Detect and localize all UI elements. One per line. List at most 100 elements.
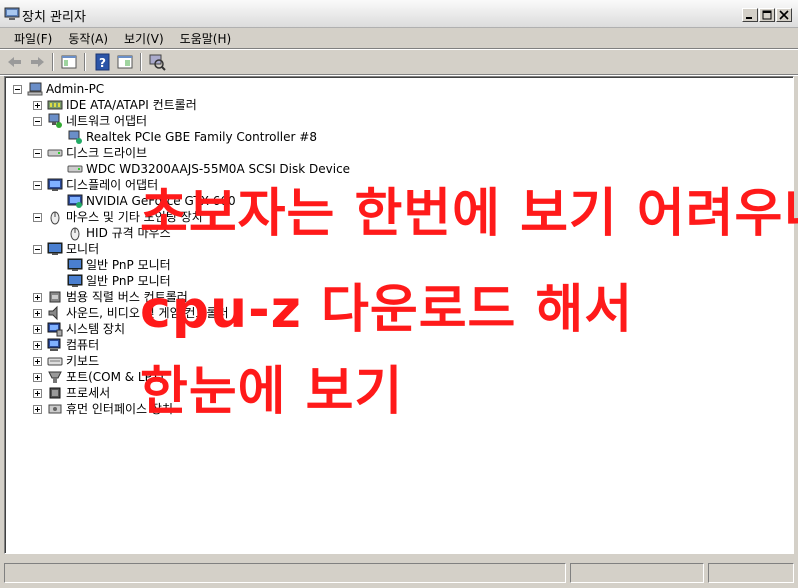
expand-toggle[interactable]	[33, 404, 42, 414]
system-device-icon	[47, 321, 63, 337]
forward-button[interactable]	[28, 53, 46, 71]
toolbar-separator	[140, 53, 142, 71]
toolbar-separator	[52, 53, 54, 71]
maximize-icon	[762, 10, 772, 20]
tree-node-label: 프로세서	[66, 386, 111, 400]
tree-node-label: 네트워크 어댑터	[66, 114, 148, 128]
computer-icon	[47, 337, 63, 353]
tree-node-label: IDE ATA/ATAPI 컨트롤러	[66, 98, 197, 112]
properties-button[interactable]	[116, 53, 134, 71]
help-icon: ?	[95, 53, 110, 71]
tree-device[interactable]: WDC WD3200AAJS-55M0A SCSI Disk Device	[53, 161, 350, 177]
tree-category[interactable]: 키보드	[33, 353, 99, 369]
tree-category[interactable]: 디스크 드라이브	[33, 145, 147, 161]
disk-drive-icon	[47, 145, 63, 161]
status-pane-tertiary	[708, 563, 794, 583]
monitor-icon	[67, 273, 83, 289]
show-hide-tree-button[interactable]	[60, 53, 78, 71]
minimize-icon	[746, 17, 752, 19]
keyboard-icon	[47, 353, 63, 369]
port-icon	[47, 369, 63, 385]
tree-node-label: WDC WD3200AAJS-55M0A SCSI Disk Device	[86, 162, 351, 176]
tree-node-label: 컴퓨터	[66, 338, 100, 352]
status-pane-main	[4, 563, 566, 583]
display-adapter-icon	[47, 177, 63, 193]
collapse-toggle[interactable]	[13, 84, 22, 94]
help-button[interactable]: ?	[94, 53, 112, 71]
tree-node-label: 시스템 장치	[66, 322, 126, 336]
network-adapter-icon	[47, 113, 63, 129]
tree-node-label: 모니터	[66, 242, 100, 256]
menu-view[interactable]: 보기(V)	[116, 28, 172, 48]
mouse-icon	[67, 225, 83, 241]
minimize-button[interactable]	[742, 8, 758, 22]
monitor-icon	[47, 241, 63, 257]
network-card-icon	[67, 129, 83, 145]
usb-icon	[47, 289, 63, 305]
window-controls	[742, 8, 792, 22]
close-button[interactable]	[776, 8, 792, 22]
expand-toggle[interactable]	[33, 356, 42, 366]
speaker-icon	[47, 305, 63, 321]
menu-action[interactable]: 동작(A)	[60, 28, 116, 48]
svg-text:?: ?	[99, 56, 106, 70]
monitor-icon	[67, 257, 83, 273]
properties-icon	[117, 55, 133, 69]
processor-icon	[47, 385, 63, 401]
expand-toggle[interactable]	[33, 372, 42, 382]
expand-toggle[interactable]	[33, 388, 42, 398]
back-arrow-icon	[8, 57, 21, 67]
expand-toggle[interactable]	[33, 324, 42, 334]
overlay-text-line2: cpu-z 다운로드 해서	[140, 280, 634, 340]
menu-bar: 파일(F) 동작(A) 보기(V) 도움말(H)	[0, 28, 798, 48]
back-button[interactable]	[6, 53, 24, 71]
tree-root-label: Admin-PC	[46, 82, 105, 96]
overlay-text-line1: 초보자는 한번에 보기 어려우니	[140, 184, 798, 244]
scan-hardware-button[interactable]	[148, 53, 166, 71]
tree-node-label: 키보드	[66, 354, 100, 368]
tree-device[interactable]: 일반 PnP 모니터	[53, 257, 171, 273]
computer-icon	[27, 81, 43, 97]
mouse-icon	[47, 209, 63, 225]
overlay-text-line3: 한눈에 보기	[140, 362, 404, 422]
expand-toggle[interactable]	[33, 340, 42, 350]
hid-icon	[47, 401, 63, 417]
expand-toggle[interactable]	[33, 292, 42, 302]
tree-category[interactable]: 프로세서	[33, 385, 110, 401]
collapse-toggle[interactable]	[33, 116, 42, 126]
title-bar[interactable]: 장치 관리자	[0, 0, 798, 28]
collapse-toggle[interactable]	[33, 180, 42, 190]
window-title: 장치 관리자	[22, 10, 86, 25]
close-icon	[779, 10, 789, 20]
tree-node-label: Realtek PCIe GBE Family Controller #8	[86, 130, 317, 144]
tree-category[interactable]: IDE ATA/ATAPI 컨트롤러	[33, 97, 197, 113]
toolbar: ?	[0, 50, 798, 74]
device-manager-icon	[4, 7, 20, 21]
tree-root[interactable]: Admin-PC	[13, 81, 104, 97]
maximize-button[interactable]	[759, 8, 775, 22]
tree-category[interactable]: 모니터	[33, 241, 99, 257]
device-manager-window: 장치 관리자 파일(F) 동작(A) 보기(V) 도움말(H) ? Admin-…	[0, 0, 798, 588]
tree-device[interactable]: Realtek PCIe GBE Family Controller #8	[53, 129, 317, 145]
expand-toggle[interactable]	[33, 100, 42, 110]
hard-disk-icon	[67, 161, 83, 177]
collapse-toggle[interactable]	[33, 244, 42, 254]
console-tree-icon	[61, 55, 77, 69]
menu-help[interactable]: 도움말(H)	[172, 28, 240, 48]
tree-category[interactable]: 시스템 장치	[33, 321, 125, 337]
status-pane-secondary	[570, 563, 704, 583]
forward-arrow-icon	[31, 57, 44, 67]
collapse-toggle[interactable]	[33, 148, 42, 158]
status-bar	[0, 560, 798, 588]
graphics-card-icon	[67, 193, 83, 209]
tree-node-label: 디스크 드라이브	[66, 146, 148, 160]
menu-file[interactable]: 파일(F)	[6, 28, 60, 48]
tree-category[interactable]: 네트워크 어댑터	[33, 113, 147, 129]
tree-category[interactable]: 컴퓨터	[33, 337, 99, 353]
collapse-toggle[interactable]	[33, 212, 42, 222]
tree-node-label: 일반 PnP 모니터	[86, 258, 171, 272]
scan-hardware-icon	[149, 54, 166, 71]
ide-controller-icon	[47, 97, 63, 113]
expand-toggle[interactable]	[33, 308, 42, 318]
toolbar-separator	[84, 53, 86, 71]
